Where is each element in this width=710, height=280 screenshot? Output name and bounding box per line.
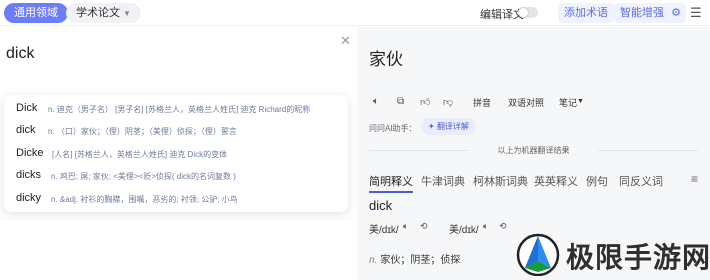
sparkle-icon: ✦ [428,122,437,131]
speaker-icon[interactable]: 🔈︎ [373,96,379,107]
dictionary-tabs: 简明释义 牛津词典 柯林斯词典 英英释义 例句 同反义词 ≡ [357,171,710,193]
tab-general-domain-label: 通用领域 [14,7,58,19]
close-icon[interactable]: ✕ [340,33,351,49]
ai-assistant-label: 问问AI助手： [369,124,417,133]
suggestion-item[interactable]: Dick n. 迪克（男子名） [男子名] [苏格兰人，英格兰人姓氏] 迪克 R… [4,99,348,119]
chevron-down-icon: ▼ [123,9,131,18]
add-term-label: 添加术语 [564,7,608,19]
menu-icon[interactable]: ≡ [691,172,698,186]
tab-english-english[interactable]: 英英释义 [534,173,578,189]
tab-examples[interactable]: 例句 [586,173,608,189]
suggestion-item[interactable]: dicks n. 鸡巴; 屌; 家伙; <美俚><贬>侦探( dick的名词复数… [4,166,348,186]
smart-enhance-button[interactable]: 智能增强 ⚙ [614,3,686,23]
tab-oxford[interactable]: 牛津词典 [421,173,465,189]
suggestion-word: dicks [16,169,42,181]
add-term-button[interactable]: 添加术语 [558,3,614,23]
suggestion-list: Dick n. 迪克（男子名） [男子名] [苏格兰人，英格兰人姓氏] 迪克 R… [4,95,348,212]
settings-menu-icon[interactable]: ☰ [690,5,702,21]
tab-synonyms[interactable]: 同反义词 [619,173,663,189]
source-input[interactable]: dick [6,45,34,63]
tab-academic-paper-label: 学术论文 [76,7,120,19]
suggestion-word: Dicke [16,147,44,159]
entry-definition: n. 家伙；阴茎；侦探 [369,251,460,266]
suggestion-item[interactable]: dicky n. &adj. 衬衫的胸襟，围嘴，恶劣的; 衬领; 公驴; 小鸟 [4,189,348,209]
tab-collins[interactable]: 柯林斯词典 [473,173,528,189]
suggestion-definition: n. （口）家伙；（俚）阴茎；（美俚）侦探；（俚）誓言 [48,127,237,136]
slow-play-icon[interactable]: ⟲ [420,221,428,232]
entry-headword: dick [369,198,393,213]
source-pane: dick ✕ Dick n. 迪克（男子名） [男子名] [苏格兰人，英格兰人姓… [0,27,357,280]
tab-concise[interactable]: 简明释义 [369,173,413,193]
suggestion-item[interactable]: dick n. （口）家伙；（俚）阴茎；（美俚）侦探；（俚）誓言 [4,121,348,141]
copy-icon[interactable]: ⧉ [397,96,404,107]
suggestion-item[interactable]: Dicke [人名] [苏格兰人，英格兰人姓氏] 迪克 Dick的变体 [4,144,348,164]
suggestion-word: dick [16,124,36,136]
watermark-text: 极限手游网 [566,242,710,273]
bilingual-button[interactable]: 双语对照 [508,96,544,109]
watermark-logo [516,233,560,276]
pinyin-button[interactable]: 拼音 [473,96,491,109]
speaker-icon[interactable]: 🔈︎ [483,221,488,232]
uk-phonetic: 美/dɪk/ [449,225,479,236]
translation-explain-label: 翻译详解 [436,122,469,131]
suggestion-definition: n. 迪克（男子名） [男子名] [苏格兰人，英格兰人姓氏] 迪克 Richar… [48,105,311,114]
speaker-icon[interactable]: 🔈︎ [403,221,408,232]
tab-academic-paper[interactable]: 学术论文 ▼ [66,3,141,23]
translation-explain-button[interactable]: ✦ 翻译详解 [421,118,476,135]
us-phonetic: 美/dɪk/ [369,225,399,236]
thumbs-down-icon[interactable]: 👎︎ [443,96,453,108]
chevron-down-icon[interactable]: ▼ [577,98,584,105]
tab-general-domain[interactable]: 通用领域 [4,3,68,23]
thumbs-up-icon[interactable]: 👍︎ [420,96,430,108]
suggestion-definition: [人名] [苏格兰人，英格兰人姓氏] 迪克 Dick的变体 [52,150,228,159]
edit-translation-toggle[interactable] [518,7,538,18]
notes-button[interactable]: 笔记 [559,96,577,109]
suggestion-word: Dick [16,102,38,114]
definition-text: 家伙；阴茎；侦探 [380,255,461,266]
gear-icon[interactable]: ⚙ [671,3,681,23]
suggestion-word: dicky [16,192,42,204]
divider [598,150,698,151]
suggestion-definition: n. &adj. 衬衫的胸襟，围嘴，恶劣的; 衬领; 公驴; 小鸟 [51,195,238,204]
suggestion-definition: n. 鸡巴; 屌; 家伙; <美俚><贬>侦探( dick的名词复数 ) [51,172,236,181]
translation-result: 家伙 [369,50,403,69]
slow-play-icon[interactable]: ⟲ [499,221,507,232]
part-of-speech: n. [369,255,378,266]
top-bar: 通用领域 学术论文 ▼ 编辑译文 添加术语 智能增强 ⚙ ☰ [0,0,710,26]
smart-enhance-label: 智能增强 [620,7,664,19]
